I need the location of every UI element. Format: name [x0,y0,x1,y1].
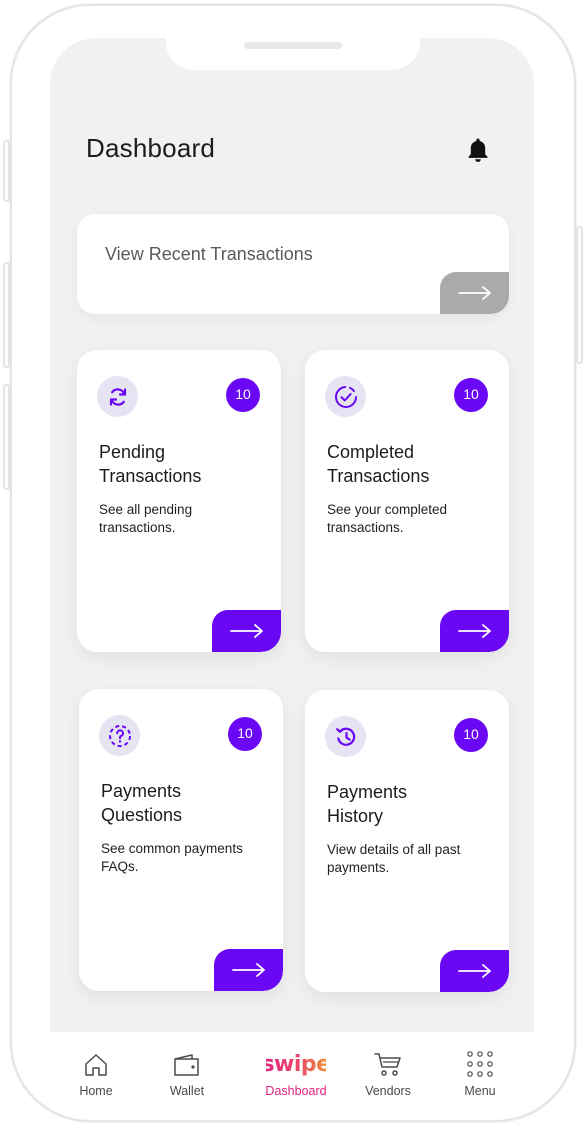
check-circle-icon [325,376,366,417]
side-button-silent [3,140,10,202]
card-title: Completed Transactions [327,442,430,486]
card-description: View details of all past payments. [327,842,461,875]
completed-transactions-arrow-button[interactable] [440,610,509,652]
notch [166,30,420,70]
nav-label: Home [79,1084,113,1098]
recent-transactions-card[interactable]: View Recent Transactions [77,214,509,314]
card-title: Pending Transactions [99,442,202,486]
page-title: Dashboard [86,133,215,163]
cart-icon [348,1046,428,1078]
arrow-right-icon [229,624,263,638]
history-icon [325,716,366,757]
side-button-volume-up [3,262,10,368]
recent-transactions-label: View Recent Transactions [105,244,313,264]
nav-item-menu[interactable]: Menu [440,1046,520,1098]
home-icon [56,1046,136,1078]
nav-label: Dashboard [265,1084,327,1098]
nav-label: Menu [464,1084,496,1098]
card-title: Payments Questions [101,781,183,825]
card-title: Payments History [327,782,408,826]
bell-icon[interactable] [466,136,490,164]
arrow-right-icon [231,963,265,977]
card-description: See your completed transactions. [327,502,448,535]
nav-item-vendors[interactable]: Vendors [348,1046,428,1098]
wallet-icon [147,1046,227,1078]
side-button-volume-down [3,384,10,490]
swipe-logo: swipe [256,1046,336,1078]
sync-icon [97,376,138,417]
payments-history-arrow-button[interactable] [440,950,509,992]
nav-label: Vendors [365,1084,411,1098]
payments-history-card[interactable]: 10 Payments History View details of all … [305,690,509,992]
arrow-right-icon [457,624,491,638]
pending-transactions-card[interactable]: 10 Pending Transactions See all pending … [77,350,281,652]
card-description: See all pending transactions. [99,502,193,535]
nav-item-dashboard[interactable]: swipe Dashboard [256,1046,336,1098]
question-circle-icon [99,715,140,756]
count-badge: 10 [228,717,262,751]
grid-icon [440,1046,520,1078]
recent-transactions-arrow-button[interactable] [440,272,509,314]
count-badge: 10 [226,378,260,412]
speaker-bar [244,42,342,49]
nav-label: Wallet [169,1084,205,1098]
count-badge: 10 [454,718,488,752]
payments-questions-arrow-button[interactable] [214,949,283,991]
arrow-right-icon [457,286,491,300]
count-badge: 10 [454,378,488,412]
completed-transactions-card[interactable]: 10 Completed Transactions See your compl… [305,350,509,652]
side-button-power [576,226,583,364]
card-description: See common payments FAQs. [101,841,243,874]
nav-item-wallet[interactable]: Wallet [147,1046,227,1098]
swipe-logo-text: swipe [266,1052,326,1077]
arrow-right-icon [457,964,491,978]
nav-item-home[interactable]: Home [56,1046,136,1098]
bottom-nav: Home Wallet swipe Dashboard Vendors Menu [50,1032,534,1110]
pending-transactions-arrow-button[interactable] [212,610,281,652]
payments-questions-card[interactable]: 10 Payments Questions See common payment… [79,689,283,991]
